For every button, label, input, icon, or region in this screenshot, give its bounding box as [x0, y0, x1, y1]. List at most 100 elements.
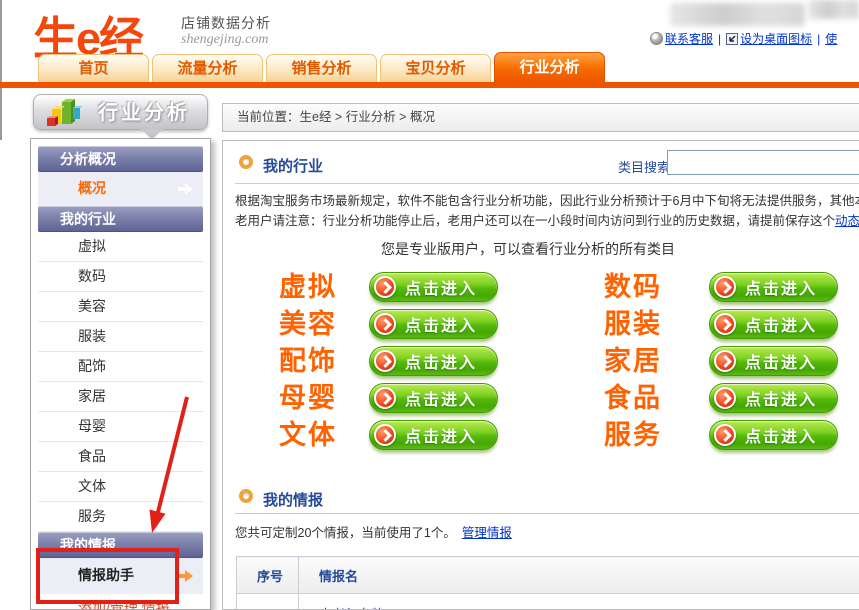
- category-row: 母婴 点击进入 食品 点击进入: [223, 383, 859, 415]
- tab-industry-analysis[interactable]: 行业分析: [494, 52, 605, 82]
- arrow-circle-icon: [374, 350, 396, 372]
- sidebar-item-mother-baby[interactable]: 母婴: [38, 412, 203, 442]
- window-edge: [0, 0, 2, 140]
- enter-button-mother-baby[interactable]: 点击进入: [369, 383, 498, 413]
- arrow-circle-icon: [714, 276, 736, 298]
- enter-button-clothing[interactable]: 点击进入: [709, 309, 838, 339]
- category-row: 配饰 点击进入 家居 点击进入: [223, 346, 859, 378]
- notice-line-1: 根据淘宝服务市场最新规定，软件不能包含行业分析功能，因此行业分析预计于6月中下旬…: [235, 191, 859, 211]
- desktop-shortcut-icon: [726, 33, 738, 45]
- help-link[interactable]: 使: [825, 32, 837, 46]
- enter-button-services[interactable]: 点击进入: [709, 420, 838, 450]
- category-row: 美容 点击进入 服装 点击进入: [223, 309, 859, 341]
- enter-button-sports[interactable]: 点击进入: [369, 420, 498, 450]
- intel-usage-line: 您共可定制20个情报，当前使用了1个。管理情报: [235, 522, 512, 541]
- enter-button-label: 点击进入: [405, 275, 477, 299]
- arrow-circle-icon: [374, 387, 396, 409]
- enter-button-label: 点击进入: [745, 349, 817, 373]
- intel-col-no: 序号: [237, 557, 299, 594]
- intel-section-title: 我的情报: [263, 489, 323, 510]
- sidebar: 分析概况 概况 我的行业 虚拟 数码 美容 服装 配饰 家居 母婴 食品 文体 …: [30, 138, 211, 610]
- pro-user-line: 您是专业版用户，可以查看行业分析的所有类目: [381, 239, 675, 259]
- category-row: 虚拟 点击进入 数码 点击进入: [223, 272, 859, 304]
- logo-domain: shengejing.com: [181, 32, 268, 48]
- enter-button-label: 点击进入: [745, 275, 817, 299]
- breadcrumb: 当前位置：生e经 > 行业分析 > 概况: [222, 103, 859, 132]
- arrow-circle-icon: [374, 313, 396, 335]
- main-panel: 我的行业 类目搜索: 根据淘宝服务市场最新规定，软件不能包含行业分析功能，因此行…: [222, 140, 859, 610]
- bar-chart-3d-icon: [42, 98, 84, 133]
- category-label-accessories: 配饰: [243, 346, 373, 376]
- enter-button-accessories[interactable]: 点击进入: [369, 346, 498, 376]
- industry-section-title: 我的行业: [263, 155, 323, 176]
- dynamic-image-link[interactable]: 动态图片: [835, 214, 859, 228]
- link-separator: |: [817, 32, 820, 46]
- manage-intel-link[interactable]: 管理情报: [462, 526, 512, 540]
- section-divider: [235, 513, 859, 514]
- enter-button-beauty[interactable]: 点击进入: [369, 309, 498, 339]
- sidebar-item-label: 情报助手: [78, 567, 134, 583]
- blurred-corner: [808, 0, 859, 19]
- sidebar-item-overview[interactable]: 概况: [38, 172, 203, 206]
- set-desktop-link[interactable]: 设为桌面图标: [740, 32, 812, 46]
- category-label-services: 服务: [568, 420, 698, 450]
- tab-item-analysis[interactable]: 宝贝分析: [380, 54, 491, 82]
- intel-col-name: 情报名: [299, 557, 859, 594]
- sidebar-item-clothing[interactable]: 服装: [38, 322, 203, 352]
- logo-subtitle: 店铺数据分析: [181, 13, 271, 33]
- sidebar-item-sports[interactable]: 文体: [38, 472, 203, 502]
- blurred-username: [670, 3, 805, 26]
- sidebar-item-accessories[interactable]: 配饰: [38, 352, 203, 382]
- sidebar-item-label: 概况: [78, 180, 106, 196]
- tab-sales-analysis[interactable]: 销售分析: [266, 54, 377, 82]
- notice-line-2: 老用户请注意：行业分析功能停止后，老用户还可以在一小段时间内访问到行业的历史数据…: [235, 211, 859, 231]
- notice-line-2-text: 老用户请注意：行业分析功能停止后，老用户还可以在一小段时间内访问到行业的历史数据…: [235, 214, 835, 228]
- enter-button-label: 点击进入: [745, 312, 817, 336]
- contact-service-link[interactable]: 联系客服: [665, 32, 713, 46]
- category-row: 文体 点击进入 服务 点击进入: [223, 420, 859, 452]
- intel-table-header-row: 序号 情报名: [237, 557, 859, 594]
- category-search-input[interactable]: [667, 150, 859, 175]
- enter-button-home[interactable]: 点击进入: [709, 346, 838, 376]
- category-label-digital: 数码: [568, 272, 698, 302]
- sidebar-group-my-industry: 我的行业: [38, 206, 203, 232]
- category-label-clothing: 服装: [568, 309, 698, 339]
- section-bullet-icon: [239, 489, 253, 503]
- arrow-circle-icon: [374, 276, 396, 298]
- sidebar-item-intel-assistant[interactable]: 情报助手: [38, 558, 203, 594]
- intel-table: 序号 情报名 1 中老年女装: [236, 556, 859, 610]
- enter-button-digital[interactable]: 点击进入: [709, 272, 838, 302]
- sidebar-item-virtual[interactable]: 虚拟: [38, 232, 203, 262]
- link-separator: |: [718, 32, 721, 46]
- tab-home[interactable]: 首页: [38, 54, 149, 82]
- sidebar-item-digital[interactable]: 数码: [38, 262, 203, 292]
- category-search-label: 类目搜索:: [618, 157, 674, 176]
- category-label-sports: 文体: [243, 420, 373, 450]
- enter-button-label: 点击进入: [405, 312, 477, 336]
- arrow-circle-icon: [374, 424, 396, 446]
- sidebar-item-food[interactable]: 食品: [38, 442, 203, 472]
- sidebar-item-beauty[interactable]: 美容: [38, 292, 203, 322]
- intel-usage-text: 您共可定制20个情报，当前使用了1个。: [235, 526, 456, 540]
- category-label-food: 食品: [568, 383, 698, 413]
- enter-button-virtual[interactable]: 点击进入: [369, 272, 498, 302]
- tab-traffic-analysis[interactable]: 流量分析: [152, 54, 263, 82]
- sidebar-item-services[interactable]: 服务: [38, 502, 203, 532]
- sidebar-item-manage-intel[interactable]: 添加/管理 情报: [38, 594, 203, 610]
- arrow-circle-icon: [714, 313, 736, 335]
- arrow-circle-icon: [714, 424, 736, 446]
- table-row: 1 中老年女装: [237, 594, 859, 610]
- enter-button-label: 点击进入: [405, 423, 477, 447]
- enter-button-label: 点击进入: [405, 349, 477, 373]
- section-bullet-icon: [239, 155, 253, 169]
- enter-button-food[interactable]: 点击进入: [709, 383, 838, 413]
- arrow-circle-icon: [714, 350, 736, 372]
- sidebar-group-my-intel: 我的情报: [38, 532, 203, 558]
- sidebar-item-home[interactable]: 家居: [38, 382, 203, 412]
- category-label-virtual: 虚拟: [243, 272, 373, 302]
- category-label-beauty: 美容: [243, 309, 373, 339]
- top-links: 联系客服 | 设为桌面图标 | 使: [650, 30, 837, 47]
- sidebar-title-bubble: 行业分析: [33, 94, 208, 130]
- arrow-circle-icon: [714, 387, 736, 409]
- enter-button-label: 点击进入: [745, 386, 817, 410]
